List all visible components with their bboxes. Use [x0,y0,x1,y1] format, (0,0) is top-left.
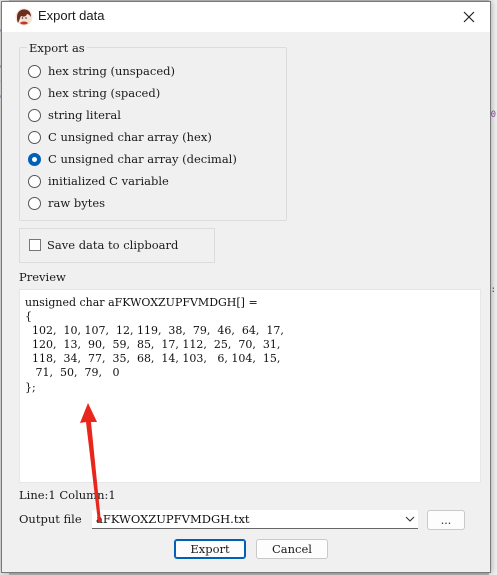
radio-button[interactable] [28,108,41,122]
output-file-value[interactable]: aFKWOXZUPFVMDGH.txt [92,512,402,526]
close-button[interactable] [452,4,486,30]
export-button[interactable]: Export [174,539,246,559]
browse-button[interactable]: ... [427,510,465,530]
radio-button[interactable] [28,174,41,188]
export-as-title: Export as [27,41,87,55]
radio-c-array-decimal[interactable]: C unsigned char array (decimal) [28,150,237,168]
checkbox[interactable] [29,239,41,251]
save-to-clipboard-checkbox[interactable]: Save data to clipboard [29,238,178,252]
chevron-down-icon [405,516,415,522]
cancel-button[interactable]: Cancel [256,539,328,559]
preview-textarea[interactable]: unsigned char aFKWOXZUPFVMDGH[] = { 102,… [19,289,481,483]
radio-hex-unspaced[interactable]: hex string (unspaced) [28,62,175,80]
radio-label: raw bytes [48,196,106,210]
radio-label: hex string (spaced) [48,86,161,100]
radio-c-array-hex[interactable]: C unsigned char array (hex) [28,128,212,146]
radio-label: C unsigned char array (decimal) [48,152,237,166]
radio-button[interactable] [28,130,41,144]
radio-label: C unsigned char array (hex) [48,130,212,144]
checkbox-label: Save data to clipboard [47,238,179,252]
radio-initialized-c-variable[interactable]: initialized C variable [28,172,169,190]
radio-label: initialized C variable [48,174,169,188]
radio-raw-bytes[interactable]: raw bytes [28,194,105,212]
dialog-title: Export data [38,8,105,23]
radio-hex-spaced[interactable]: hex string (spaced) [28,84,160,102]
radio-button-selected[interactable] [28,152,41,166]
dropdown-button[interactable] [402,510,418,529]
export-dialog: Export data Export as hex string (unspac… [1,1,491,573]
preview-text: unsigned char aFKWOXZUPFVMDGH[] = { 102,… [25,296,284,394]
radio-button[interactable] [28,86,41,100]
radio-button[interactable] [28,196,41,210]
radio-string-literal[interactable]: string literal [28,106,121,124]
radio-button[interactable] [28,64,41,78]
output-file-combobox[interactable]: aFKWOXZUPFVMDGH.txt [92,510,418,529]
close-icon [463,11,475,23]
title-bar: Export data [2,2,490,32]
output-file-label: Output file [19,512,82,526]
app-avatar-icon [15,8,33,26]
radio-label: hex string (unspaced) [48,64,175,78]
preview-label: Preview [19,270,66,284]
cursor-position-status: Line:1 Column:1 [19,488,116,502]
radio-label: string literal [48,108,121,122]
